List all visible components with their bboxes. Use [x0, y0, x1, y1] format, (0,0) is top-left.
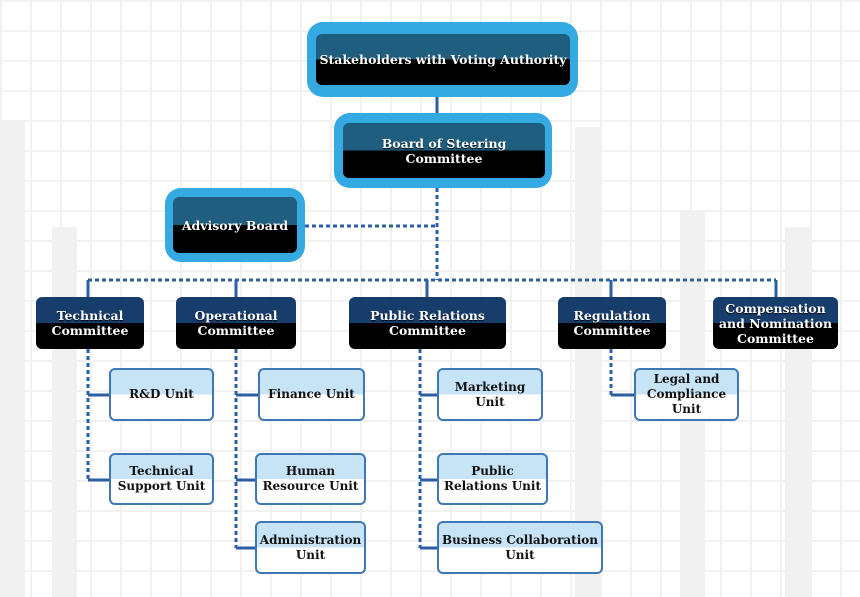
unit-rnd[interactable]: R&D Unit — [109, 368, 214, 421]
node-label: Public Relations Committee — [370, 308, 485, 338]
unit-administration[interactable]: Administration Unit — [255, 521, 366, 574]
node-label: Business Collaboration Unit — [442, 532, 598, 562]
node-label: Technical Committee — [51, 308, 129, 338]
unit-marketing[interactable]: Marketing Unit — [437, 368, 543, 421]
node-label: Legal and Compliance Unit — [646, 372, 727, 416]
node-label: Regulation Committee — [573, 308, 651, 338]
stakeholders-node[interactable]: Stakeholders with Voting Authority — [316, 34, 570, 85]
node-label: Administration Unit — [259, 532, 362, 562]
committee-operational[interactable]: Operational Committee — [176, 297, 296, 349]
board-node[interactable]: Board of Steering Committee — [343, 123, 545, 178]
unit-legal-compliance[interactable]: Legal and Compliance Unit — [634, 368, 739, 421]
node-label: Marketing Unit — [454, 379, 526, 409]
node-label: Technical Support Unit — [117, 464, 206, 493]
node-label: Finance Unit — [268, 387, 355, 401]
unit-technical-support[interactable]: Technical Support Unit — [109, 453, 214, 505]
node-label: R&D Unit — [129, 387, 194, 401]
unit-human-resource[interactable]: Human Resource Unit — [255, 453, 366, 505]
node-label: Operational Committee — [194, 308, 278, 338]
committee-technical[interactable]: Technical Committee — [36, 297, 144, 349]
committee-public-relations[interactable]: Public Relations Committee — [349, 297, 506, 349]
unit-business-collaboration[interactable]: Business Collaboration Unit — [437, 521, 603, 574]
node-label: Stakeholders with Voting Authority — [319, 52, 567, 67]
node-label: Advisory Board — [181, 217, 289, 233]
node-label: Board of Steering Committee — [381, 135, 507, 166]
committee-compensation[interactable]: Compensation and Nomination Committee — [713, 297, 838, 349]
advisory-node[interactable]: Advisory Board — [173, 197, 297, 253]
unit-finance[interactable]: Finance Unit — [258, 368, 365, 421]
node-label: Public Relations Unit — [444, 464, 541, 493]
committee-regulation[interactable]: Regulation Committee — [558, 297, 666, 349]
unit-public-relations[interactable]: Public Relations Unit — [437, 453, 548, 505]
node-label: Compensation and Nomination Committee — [718, 300, 833, 346]
node-label: Human Resource Unit — [262, 464, 359, 493]
